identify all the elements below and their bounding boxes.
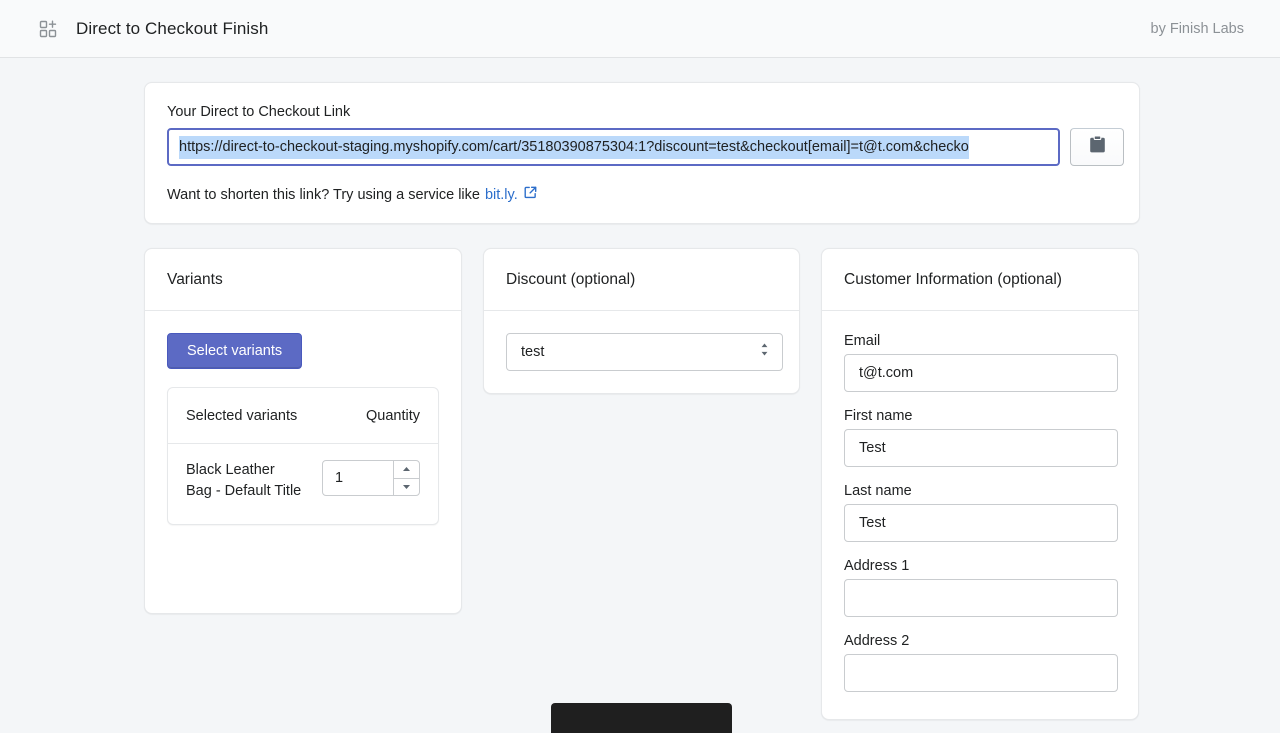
copy-link-button[interactable] [1070, 128, 1124, 166]
field-label-email: Email [844, 333, 1116, 349]
variants-card-header: Variants [145, 249, 461, 311]
variants-card: Variants Select variants Selected varian… [144, 248, 462, 614]
quantity-stepper[interactable]: 1 [322, 460, 420, 496]
checkout-link-value: https://direct-to-checkout-staging.mysho… [179, 136, 969, 159]
quantity-decrement-button[interactable] [394, 479, 419, 496]
shorten-link-hint: Want to shorten this link? Try using a s… [167, 186, 537, 203]
checkout-link-row: https://direct-to-checkout-staging.mysho… [167, 128, 1124, 166]
first-name-field[interactable]: Test [844, 429, 1118, 467]
customer-card-body: Email t@t.com First name Test Last name … [822, 311, 1138, 730]
quantity-stepper-buttons [393, 461, 419, 495]
field-label-first-name: First name [844, 408, 1116, 424]
selected-variants-table: Selected variants Quantity Black Leather… [167, 387, 439, 525]
checkout-link-card: Your Direct to Checkout Link https://dir… [144, 82, 1140, 224]
variants-card-body: Select variants Selected variants Quanti… [145, 311, 461, 547]
discount-select-value: test [521, 344, 544, 360]
checkout-link-input[interactable]: https://direct-to-checkout-staging.mysho… [167, 128, 1060, 166]
field-first-name: First name Test [844, 408, 1116, 467]
quantity-increment-button[interactable] [394, 461, 419, 479]
address-1-field[interactable] [844, 579, 1118, 617]
apps-grid-plus-icon [38, 19, 58, 39]
shorten-link-hint-text: Want to shorten this link? Try using a s… [167, 187, 480, 203]
selected-variants-table-header: Selected variants Quantity [168, 388, 438, 444]
chevron-updown-icon [759, 341, 770, 364]
quantity-input[interactable]: 1 [323, 461, 393, 495]
variant-name: Black Leather Bag - Default Title [186, 460, 304, 502]
bitly-link[interactable]: bit.ly. [485, 187, 518, 203]
field-address-1: Address 1 [844, 558, 1116, 617]
select-variants-button[interactable]: Select variants [167, 333, 302, 369]
customer-card-header: Customer Information (optional) [822, 249, 1138, 311]
field-label-address-2: Address 2 [844, 633, 1116, 649]
checkout-link-label: Your Direct to Checkout Link [167, 104, 350, 120]
page-title: Direct to Checkout Finish [76, 19, 268, 39]
column-header-selected-variants: Selected variants [186, 406, 304, 427]
variants-card-title: Variants [167, 271, 223, 289]
customer-card-title: Customer Information (optional) [844, 271, 1062, 289]
column-header-quantity: Quantity [366, 406, 420, 427]
app-byline: by Finish Labs [1151, 21, 1280, 37]
external-link-icon [524, 186, 537, 203]
field-email: Email t@t.com [844, 333, 1116, 392]
last-name-field[interactable]: Test [844, 504, 1118, 542]
email-field[interactable]: t@t.com [844, 354, 1118, 392]
toast-notification[interactable] [551, 703, 732, 733]
field-last-name: Last name Test [844, 483, 1116, 542]
field-label-last-name: Last name [844, 483, 1116, 499]
table-row: Black Leather Bag - Default Title 1 [168, 444, 438, 524]
field-label-address-1: Address 1 [844, 558, 1116, 574]
app-header: Direct to Checkout Finish by Finish Labs [0, 0, 1280, 58]
discount-card-body: test [484, 311, 799, 393]
customer-information-card: Customer Information (optional) Email t@… [821, 248, 1139, 720]
address-2-field[interactable] [844, 654, 1118, 692]
discount-card-title: Discount (optional) [506, 271, 635, 289]
discount-card-header: Discount (optional) [484, 249, 799, 311]
app-header-left: Direct to Checkout Finish [0, 19, 268, 39]
field-address-2: Address 2 [844, 633, 1116, 692]
clipboard-icon [1089, 135, 1106, 159]
discount-card: Discount (optional) test [483, 248, 800, 394]
discount-select[interactable]: test [506, 333, 783, 371]
